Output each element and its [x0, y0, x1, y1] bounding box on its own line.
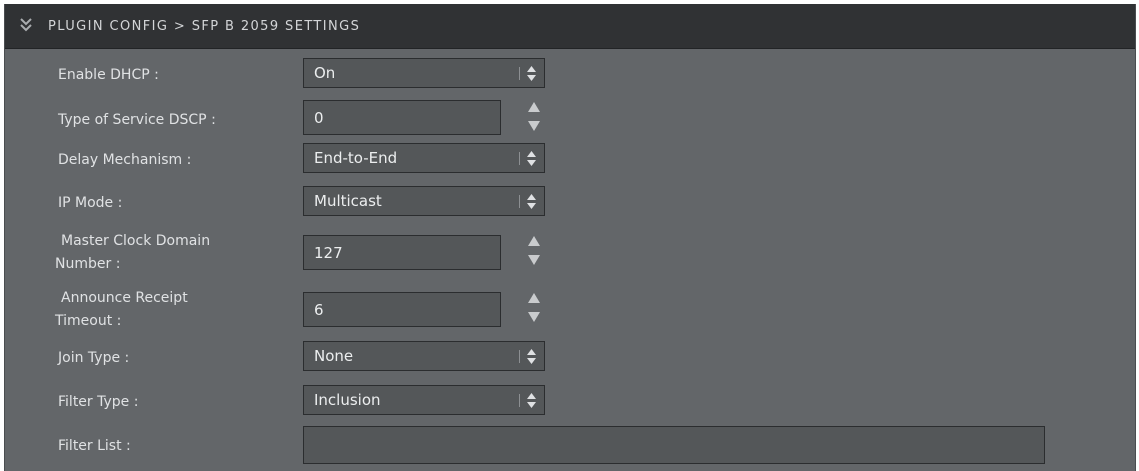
spinner-arrows-icon[interactable] — [527, 235, 541, 267]
join-type-label: Join Type : — [58, 350, 130, 366]
join-type-dropdown[interactable]: None — [303, 341, 545, 371]
spinner-arrows-icon[interactable] — [527, 101, 541, 133]
filter-list-input[interactable] — [303, 426, 1045, 464]
ip-mode-dropdown[interactable]: Multicast — [303, 186, 545, 216]
ip-mode-value: Multicast — [314, 192, 382, 210]
announce-receipt-timeout-value: 6 — [314, 301, 324, 319]
announce-receipt-timeout-label-line1: Announce Receipt — [61, 290, 188, 306]
tos-dscp-label: Type of Service DSCP : — [58, 112, 216, 128]
master-clock-domain-label-line1: Master Clock Domain — [61, 233, 211, 249]
dropdown-separator — [519, 350, 520, 363]
enable-dhcp-dropdown[interactable]: On — [303, 58, 545, 88]
dropdown-separator — [519, 394, 520, 407]
filter-list-label: Filter List : — [58, 438, 131, 454]
up-down-arrows-icon — [527, 66, 536, 81]
delay-mechanism-label: Delay Mechanism : — [58, 152, 192, 168]
tos-dscp-input[interactable]: 0 — [303, 100, 501, 135]
filter-type-label: Filter Type : — [58, 394, 139, 410]
join-type-value: None — [314, 347, 354, 365]
delay-mechanism-dropdown[interactable]: End-to-End — [303, 143, 545, 173]
settings-panel: PLUGIN CONFIG > SFP B 2059 SETTINGS Enab… — [4, 4, 1136, 471]
filter-type-value: Inclusion — [314, 391, 381, 409]
up-down-arrows-icon — [527, 194, 536, 209]
dropdown-separator — [519, 195, 520, 208]
tos-dscp-value: 0 — [314, 109, 324, 127]
panel-header[interactable]: PLUGIN CONFIG > SFP B 2059 SETTINGS — [5, 4, 1135, 49]
enable-dhcp-value: On — [314, 64, 336, 82]
enable-dhcp-label: Enable DHCP : — [58, 67, 159, 83]
up-down-arrows-icon — [527, 151, 536, 166]
announce-receipt-timeout-label-line2: Timeout : — [55, 313, 122, 329]
spinner-arrows-icon[interactable] — [527, 292, 541, 324]
ip-mode-label: IP Mode : — [58, 195, 123, 211]
panel-title: PLUGIN CONFIG > SFP B 2059 SETTINGS — [48, 19, 361, 34]
filter-type-dropdown[interactable]: Inclusion — [303, 385, 545, 415]
delay-mechanism-value: End-to-End — [314, 149, 398, 167]
dropdown-separator — [519, 152, 520, 165]
master-clock-domain-value: 127 — [314, 244, 343, 262]
up-down-arrows-icon — [527, 349, 536, 364]
double-chevron-down-icon[interactable] — [19, 17, 33, 33]
master-clock-domain-input[interactable]: 127 — [303, 235, 501, 270]
dropdown-separator — [519, 67, 520, 80]
up-down-arrows-icon — [527, 393, 536, 408]
master-clock-domain-label-line2: Number : — [55, 256, 121, 272]
announce-receipt-timeout-input[interactable]: 6 — [303, 292, 501, 327]
